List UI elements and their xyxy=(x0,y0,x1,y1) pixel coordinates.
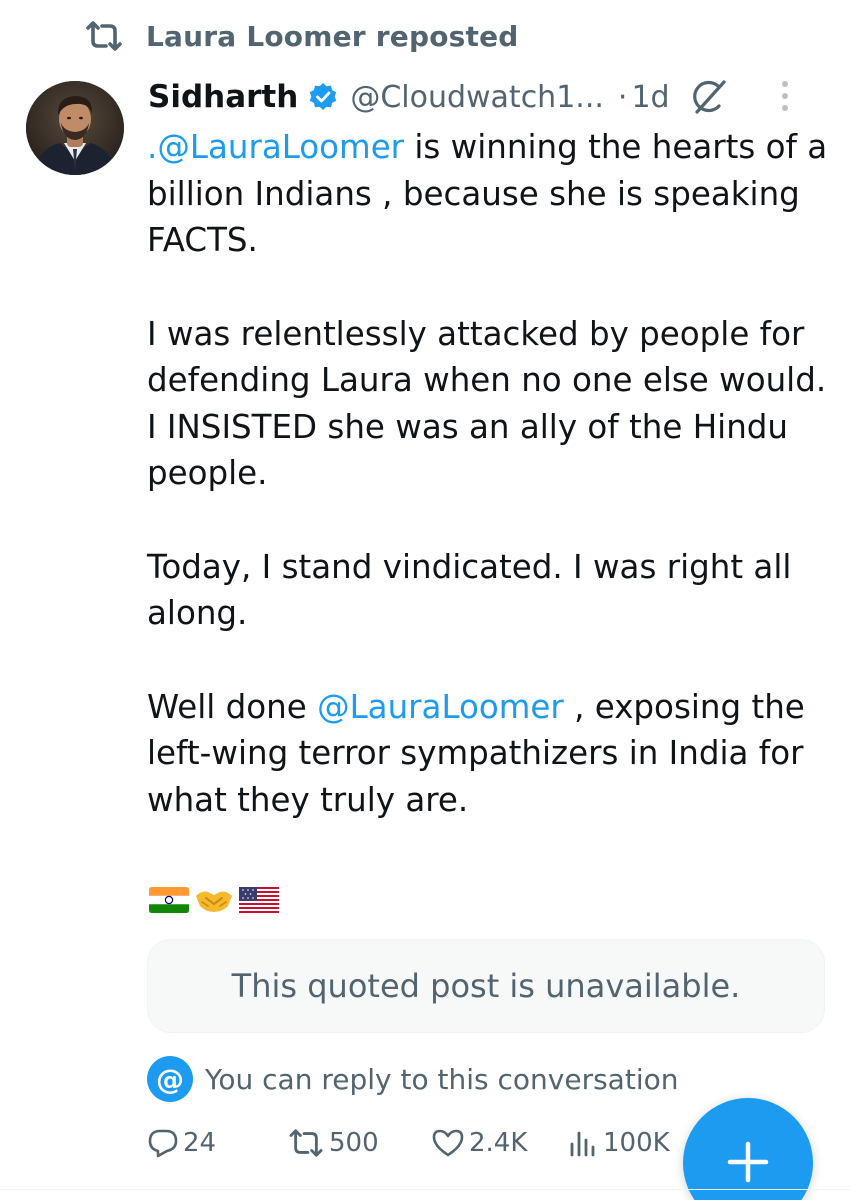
reply-restriction-text: You can reply to this conversation xyxy=(205,1062,679,1096)
reply-restriction: @ You can reply to this conversation xyxy=(147,1056,678,1102)
handshake-icon xyxy=(196,891,232,912)
reply-icon xyxy=(148,1129,178,1158)
quoted-post-message: This quoted post is unavailable. xyxy=(231,967,741,1005)
plus-icon xyxy=(727,1141,769,1183)
us-flag-icon xyxy=(239,887,279,913)
repost-icon xyxy=(86,21,122,51)
compose-button[interactable] xyxy=(683,1098,813,1200)
avatar-photo xyxy=(26,81,124,175)
views-button[interactable]: 100K xyxy=(567,1120,670,1166)
post-time[interactable]: 1d xyxy=(631,80,669,115)
divider xyxy=(0,1189,851,1190)
repost-button[interactable]: 500 xyxy=(287,1120,379,1166)
quoted-post-card[interactable]: This quoted post is unavailable. xyxy=(147,939,825,1033)
like-button[interactable]: 2.4K xyxy=(431,1120,527,1166)
india-flag-icon xyxy=(149,887,189,913)
repost-icon xyxy=(289,1129,323,1157)
repost-count: 500 xyxy=(329,1128,379,1158)
action-bar: 24 500 2.4K 100K xyxy=(147,1120,707,1166)
grok-icon[interactable] xyxy=(688,77,728,117)
emoji-row xyxy=(148,884,280,916)
like-count: 2.4K xyxy=(469,1128,528,1158)
repost-text: Laura Loomer reposted xyxy=(146,19,519,53)
mention-link[interactable]: .@LauraLoomer xyxy=(147,128,404,166)
at-sign-icon: @ xyxy=(147,1056,193,1102)
views-count: 100K xyxy=(603,1128,670,1158)
reply-count: 24 xyxy=(183,1128,217,1158)
author-name[interactable]: Sidharth xyxy=(148,79,298,115)
post-paragraph: .@LauraLoomer is winning the hearts of a… xyxy=(147,124,837,264)
post-text: .@LauraLoomer is winning the hearts of a… xyxy=(147,124,837,870)
verified-badge-icon[interactable] xyxy=(308,82,338,112)
more-options-icon[interactable] xyxy=(779,76,791,116)
paragraph-prefix: Well done xyxy=(147,687,318,726)
avatar[interactable] xyxy=(26,81,124,175)
post-header: Sidharth @Cloudwatch1... · 1d xyxy=(148,72,831,122)
post-page: Laura Loomer reposted Sidharth @Cloudwat… xyxy=(0,0,851,1200)
author-handle[interactable]: @Cloudwatch1... xyxy=(350,80,604,115)
views-chart-icon xyxy=(570,1131,595,1157)
post-paragraph: I was relentlessly attacked by people fo… xyxy=(147,314,827,493)
reply-button[interactable]: 24 xyxy=(147,1120,216,1166)
post-paragraph: Today, I stand vindicated. I was right a… xyxy=(147,547,792,633)
heart-icon xyxy=(432,1129,464,1157)
post-paragraph: Well done @LauraLoomer , exposing the le… xyxy=(147,684,837,824)
separator-dot: · xyxy=(617,79,628,115)
mention-link[interactable]: @LauraLoomer xyxy=(317,688,564,726)
repost-banner[interactable]: Laura Loomer reposted xyxy=(84,16,519,56)
